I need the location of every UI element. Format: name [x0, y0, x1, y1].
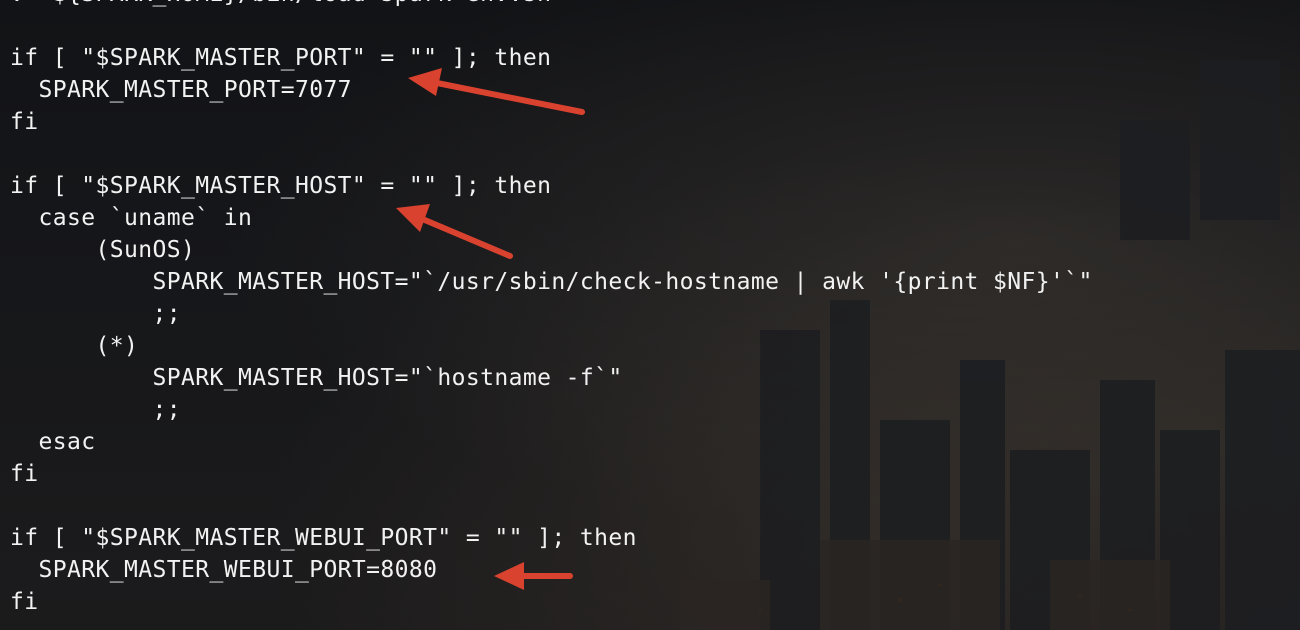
code-line: SPARK_MASTER_WEBUI_PORT=8080: [10, 557, 438, 583]
code-line: SPARK_MASTER_HOST="`/usr/sbin/check-host…: [10, 269, 1093, 295]
code-line: fi: [10, 461, 39, 487]
code-line: if [ "$SPARK_MASTER_PORT" = "" ]; then: [10, 45, 552, 71]
code-line: (*): [10, 333, 139, 359]
code-line: fi: [10, 109, 39, 135]
code-line: if [ "$SPARK_MASTER_HOST" = "" ]; then: [10, 173, 552, 199]
code-line: . "${SPARK_HOME}/bin/load-spark-env.sh": [10, 0, 1093, 10]
terminal-window[interactable]: . "${SPARK_HOME}/bin/load-spark-env.sh"i…: [0, 0, 1300, 630]
code-line: case `uname` in: [10, 205, 253, 231]
code-line: SPARK_MASTER_HOST="`hostname -f`": [10, 365, 623, 391]
code-line: esac: [10, 429, 96, 455]
code-line: fi: [10, 589, 39, 615]
code-line: ;;: [10, 397, 181, 423]
code-line: (SunOS): [10, 237, 196, 263]
code-line: if [ "$SPARK_MASTER_WEBUI_PORT" = "" ]; …: [10, 525, 637, 551]
code-line: SPARK_MASTER_PORT=7077: [10, 77, 352, 103]
shell-script-code[interactable]: . "${SPARK_HOME}/bin/load-spark-env.sh"i…: [10, 0, 1093, 618]
code-line: ;;: [10, 301, 181, 327]
